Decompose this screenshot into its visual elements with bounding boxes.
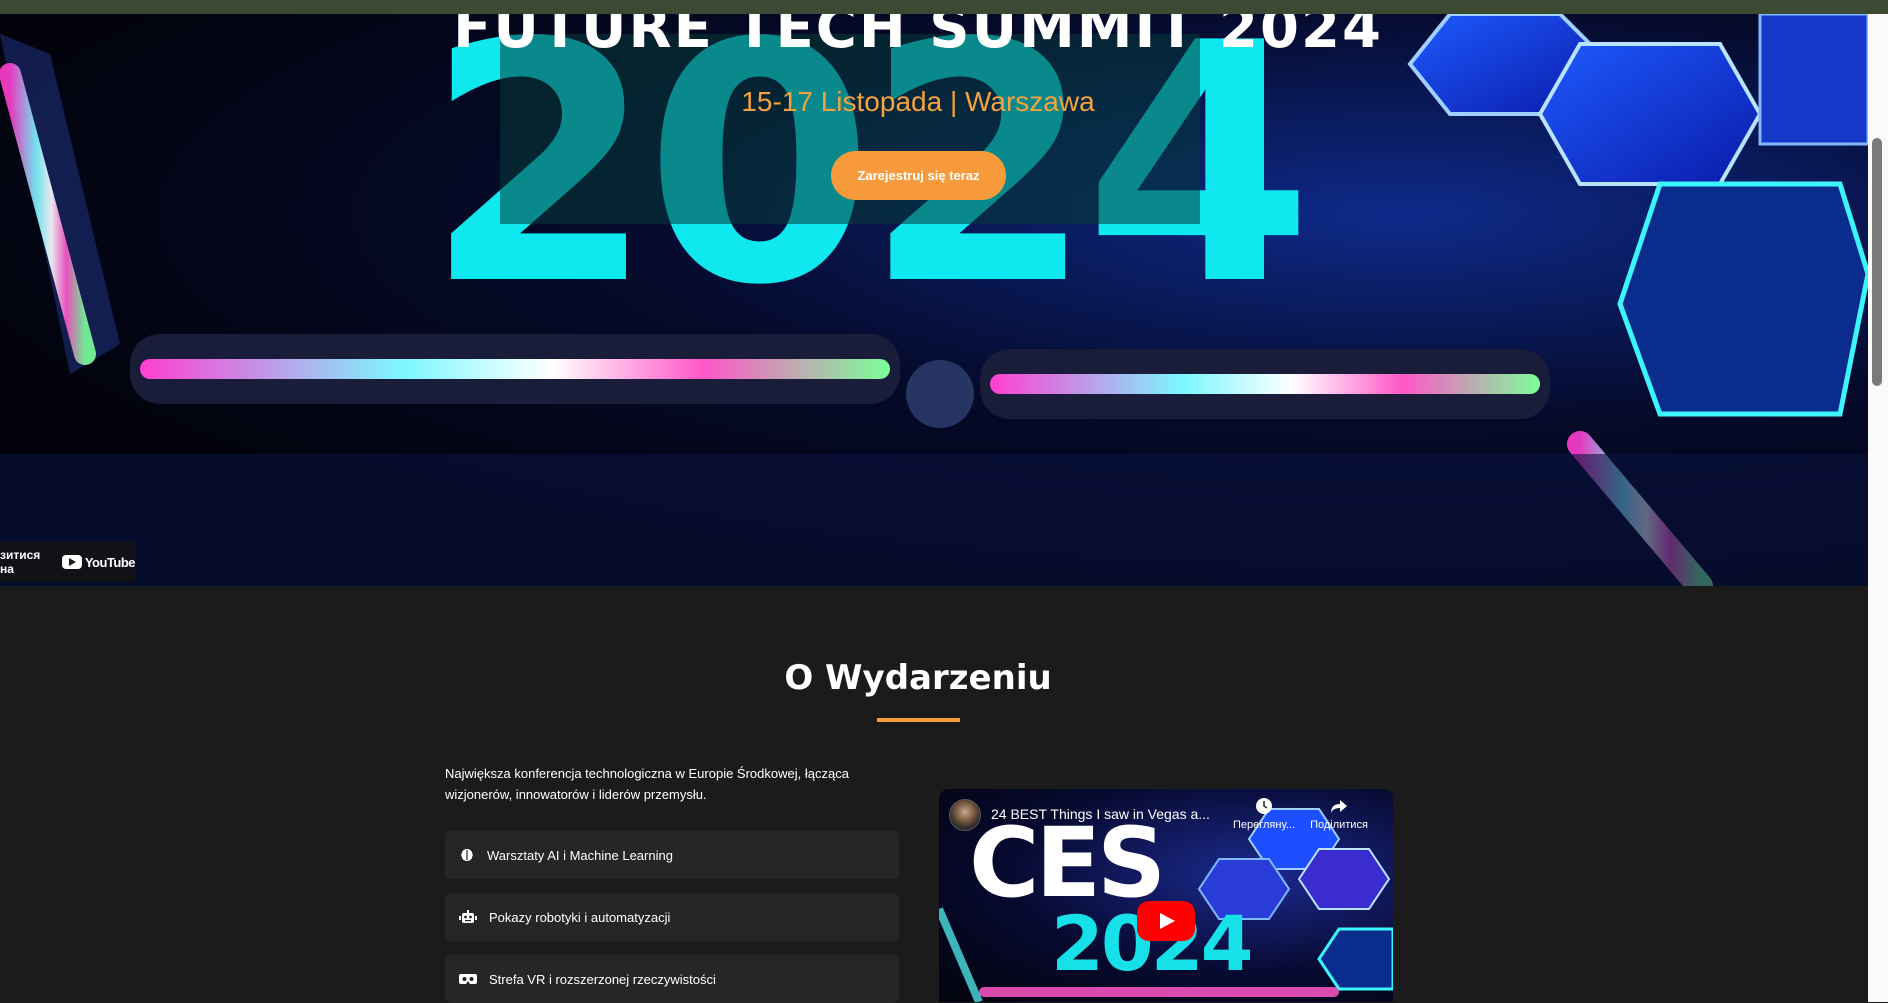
brain-icon (461, 849, 473, 861)
youtube-logo: YouTube (61, 554, 136, 570)
about-section-title: O Wydarzeniu (784, 658, 1052, 698)
watch-later-label: Перегляну... (1232, 819, 1296, 831)
hero-date-location: 15-17 Listopada | Warszawa (741, 86, 1095, 117)
page-scrollbar[interactable] (1868, 14, 1888, 1002)
feature-item-vr: Strefa VR i rozszerzonej rzeczywistości (445, 955, 899, 1003)
clock-icon (1256, 798, 1272, 814)
video-play-button[interactable] (1137, 901, 1195, 941)
watch-later-button[interactable]: Перегляну... (1229, 797, 1299, 831)
feature-item-ai-workshops: Warsztaty AI i Machine Learning (445, 831, 899, 879)
about-description: Największa konferencja technologiczna w … (445, 766, 849, 802)
scrollbar-thumb[interactable] (1872, 138, 1882, 386)
watch-on-label: зитися на (0, 548, 41, 576)
hero-title: FUTURE TECH SUMMIT 2024 (453, 14, 1383, 61)
youtube-wordmark: YouTube (84, 554, 136, 570)
browser-top-strip (0, 0, 1888, 14)
feature-label: Warsztaty AI i Machine Learning (487, 847, 673, 863)
video-title[interactable]: 24 BEST Things I saw in Vegas a... (991, 806, 1226, 822)
watch-on-youtube-link[interactable]: зитися на YouTube (0, 542, 136, 582)
share-icon (1331, 800, 1347, 813)
share-label: Поділитися (1310, 819, 1368, 831)
register-button[interactable]: Zarejestruj się teraz (831, 151, 1006, 200)
channel-avatar[interactable] (949, 799, 981, 831)
share-button[interactable]: Поділитися (1304, 797, 1374, 831)
feature-label: Strefa VR i rozszerzonej rzeczywistości (489, 971, 716, 987)
hero-section: 2024 FUTURE TECH SUMMIT 2024 15-17 Listo… (0, 14, 1868, 586)
feature-label: Pokazy robotyki i automatyzacji (489, 909, 671, 925)
vr-headset-icon (459, 974, 477, 984)
youtube-play-icon (61, 555, 82, 569)
embedded-youtube-video[interactable]: CES 2024 24 BEST Things I saw in Vegas a… (939, 789, 1393, 1002)
title-underline (877, 718, 960, 722)
robot-icon (459, 910, 477, 923)
feature-item-robotics: Pokazy robotyki i automatyzacji (445, 893, 899, 941)
